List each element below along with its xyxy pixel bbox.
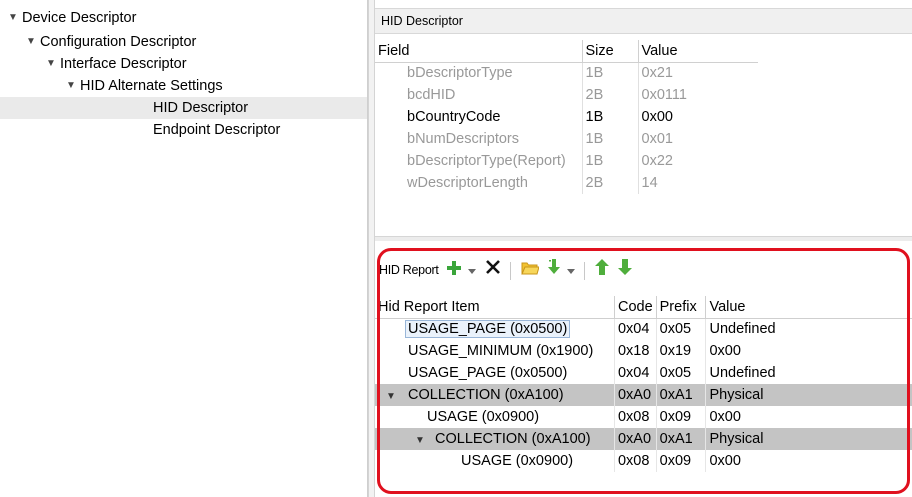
tree-node-hid-descriptor[interactable]: HID Descriptor bbox=[0, 97, 367, 119]
table-row[interactable]: bDescriptorType 1B 0x21 bbox=[375, 62, 758, 84]
table-row[interactable]: bDescriptorType(Report) 1B 0x22 bbox=[375, 150, 758, 172]
pane-splitter[interactable] bbox=[368, 0, 375, 497]
table-row[interactable]: bNumDescriptors 1B 0x01 bbox=[375, 128, 758, 150]
field-cell: bNumDescriptors bbox=[375, 128, 583, 150]
hid-descriptor-table[interactable]: Field Size Value bDescriptorType 1B 0x21… bbox=[375, 40, 758, 194]
tree-node-interface-descriptor[interactable]: ▼ Interface Descriptor bbox=[46, 53, 187, 75]
column-header-field[interactable]: Field bbox=[375, 40, 583, 63]
tree-node-hid-alternate-settings[interactable]: ▼ HID Alternate Settings bbox=[66, 75, 223, 97]
column-header-value[interactable]: Value bbox=[638, 40, 758, 63]
tree-node-endpoint-descriptor[interactable]: Endpoint Descriptor bbox=[153, 119, 280, 141]
value-cell: 14 bbox=[641, 175, 658, 191]
descriptor-tree[interactable]: ▼ Device Descriptor ▼ Configuration Descri… bbox=[0, 0, 368, 497]
field-cell: bCountryCode bbox=[375, 106, 583, 128]
field-cell: bcdHID bbox=[375, 84, 583, 106]
expand-arrow-icon[interactable]: ▼ bbox=[66, 75, 80, 97]
value-cell: 0x0111 bbox=[641, 87, 687, 103]
value-cell: 0x22 bbox=[641, 153, 673, 169]
field-cell: wDescriptorLength bbox=[375, 172, 583, 194]
tree-node-device-descriptor[interactable]: ▼ Device Descriptor bbox=[8, 7, 136, 29]
table-row[interactable]: wDescriptorLength 2B 14 bbox=[375, 172, 758, 194]
field-cell: bDescriptorType bbox=[375, 62, 583, 84]
table-row[interactable]: bcdHID 2B 0x0111 bbox=[375, 84, 758, 106]
size-cell: 1B bbox=[582, 62, 639, 84]
value-cell: 0x01 bbox=[641, 131, 673, 147]
value-cell: 0x21 bbox=[641, 65, 673, 82]
expand-arrow-icon[interactable]: ▼ bbox=[8, 7, 22, 29]
table-header-row: Field Size Value bbox=[375, 40, 758, 63]
tree-node-configuration-descriptor[interactable]: ▼ Configuration Descriptor bbox=[26, 31, 196, 53]
size-cell: 2B bbox=[582, 84, 639, 106]
size-cell: 1B bbox=[582, 150, 639, 172]
highlight-annotation-frame bbox=[377, 248, 910, 494]
table-row[interactable]: bCountryCode 1B 0x00 bbox=[375, 106, 758, 128]
expand-arrow-icon[interactable]: ▼ bbox=[26, 31, 40, 53]
value-cell[interactable]: 0x00 bbox=[638, 106, 758, 128]
column-header-size[interactable]: Size bbox=[582, 40, 639, 63]
size-cell: 2B bbox=[582, 172, 639, 194]
expand-arrow-icon[interactable]: ▼ bbox=[46, 53, 60, 75]
hid-descriptor-header: HID Descriptor bbox=[375, 8, 912, 34]
size-cell: 1B bbox=[582, 106, 639, 128]
field-cell: bDescriptorType(Report) bbox=[375, 150, 583, 172]
size-cell: 1B bbox=[582, 128, 639, 150]
horizontal-splitter[interactable] bbox=[375, 236, 912, 241]
